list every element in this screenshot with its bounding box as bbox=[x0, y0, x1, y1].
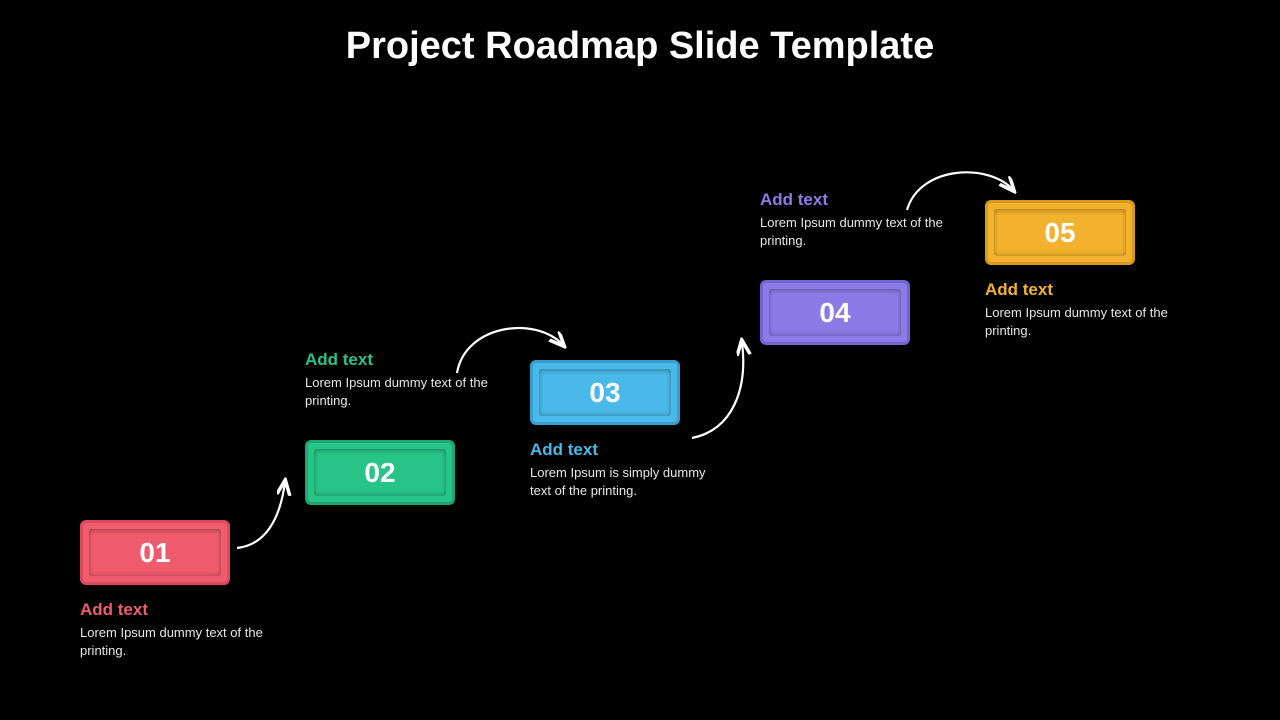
step-block-01: 01 bbox=[80, 520, 230, 585]
slide-title: Project Roadmap Slide Template bbox=[0, 25, 1280, 68]
arrow-03-04 bbox=[680, 330, 770, 450]
step-label-05: Add text Lorem Ipsum dummy text of the p… bbox=[985, 280, 1175, 339]
arrow-02-03 bbox=[445, 305, 575, 385]
step-number: 03 bbox=[589, 377, 620, 409]
step-label-01: Add text Lorem Ipsum dummy text of the p… bbox=[80, 600, 270, 659]
step-number: 04 bbox=[819, 297, 850, 329]
arrow-04-05 bbox=[895, 155, 1025, 225]
step-number: 01 bbox=[139, 537, 170, 569]
step-heading: Add text bbox=[985, 280, 1175, 300]
step-heading: Add text bbox=[80, 600, 270, 620]
step-body: Lorem Ipsum is simply dummy text of the … bbox=[530, 464, 720, 499]
arrow-01-02 bbox=[225, 470, 315, 560]
step-number: 02 bbox=[364, 457, 395, 489]
step-block-04: 04 bbox=[760, 280, 910, 345]
step-body: Lorem Ipsum dummy text of the printing. bbox=[985, 304, 1175, 339]
step-number: 05 bbox=[1044, 217, 1075, 249]
step-body: Lorem Ipsum dummy text of the printing. bbox=[80, 624, 270, 659]
step-block-02: 02 bbox=[305, 440, 455, 505]
